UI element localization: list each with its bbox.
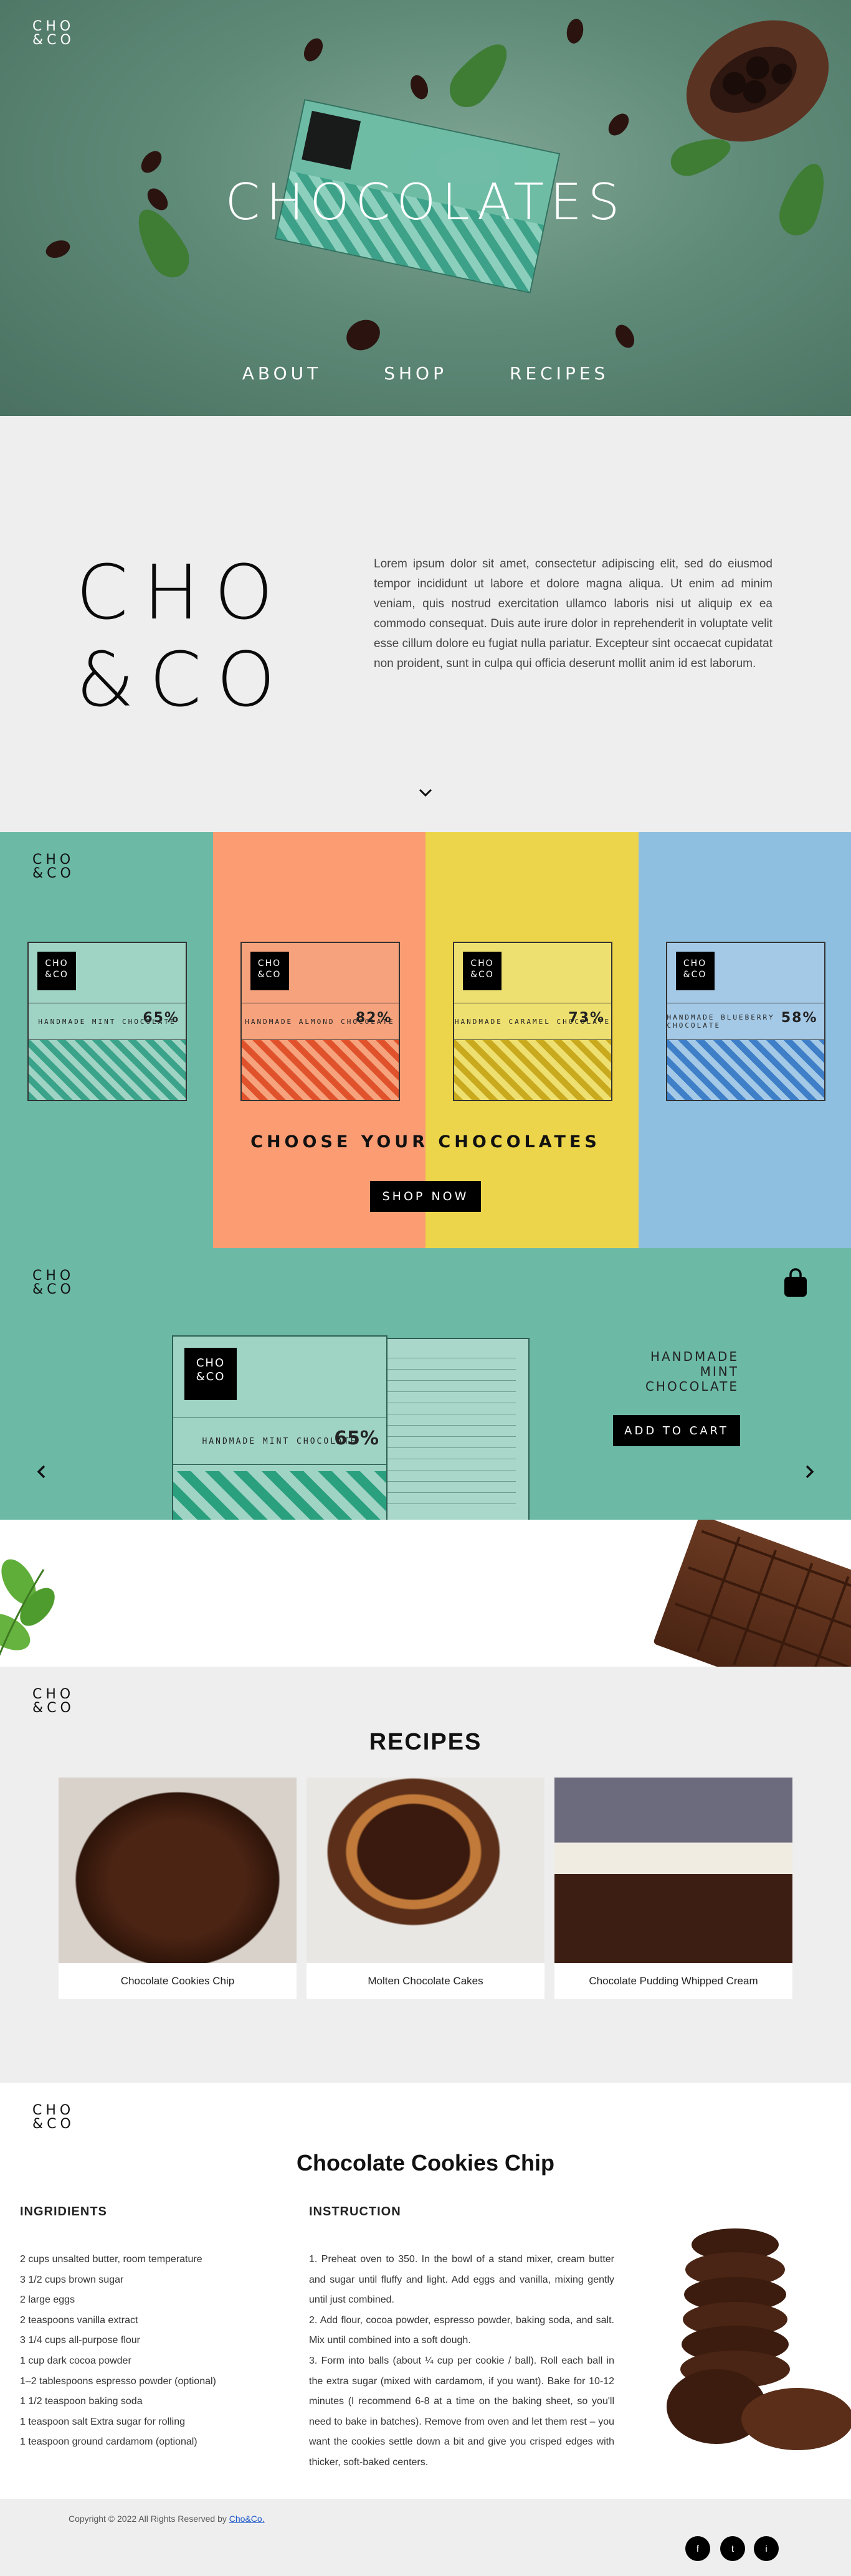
recipe-caption: Chocolate Pudding Whipped Cream — [554, 1963, 792, 1999]
chevron-down-icon[interactable] — [416, 784, 435, 802]
nav-recipes-link[interactable]: RECIPES — [510, 363, 609, 384]
choose-title: CHOOSE YOUR CHOCOLATES — [0, 1132, 851, 1152]
recipe-image — [554, 1778, 792, 1963]
recipe-card-cookies[interactable]: Chocolate Cookies Chip — [59, 1778, 297, 1999]
recipe-caption: Molten Chocolate Cakes — [307, 1963, 544, 1999]
chocolate-bar-image — [653, 1520, 851, 1667]
instruction-step: 2. Add flour, cocoa powder, espresso pow… — [309, 2311, 614, 2351]
list-item: 3 1/2 cups brown sugar — [20, 2270, 269, 2291]
about-section: CHO &CO Lorem ipsum dolor sit amet, cons… — [0, 416, 851, 832]
cocoa-bean — [612, 321, 639, 351]
about-text: Lorem ipsum dolor sit amet, consectetur … — [374, 554, 773, 674]
brand-logo[interactable]: CHO &CO — [32, 20, 75, 47]
recipe-caption: Chocolate Cookies Chip — [59, 1963, 297, 1999]
copyright-link[interactable]: Cho&Co. — [229, 2514, 265, 2524]
add-to-cart-button[interactable]: ADD TO CART — [613, 1415, 740, 1446]
shopping-bag-icon[interactable] — [782, 1268, 809, 1298]
list-item: 1 teaspoon salt Extra sugar for rolling — [20, 2412, 269, 2433]
cocoa-pod-image — [665, 0, 850, 166]
product-box: CHO&CO HANDMADE CARAMEL CHOCOLATE 73% — [453, 942, 612, 1101]
list-item: 1 cup dark cocoa powder — [20, 2351, 269, 2372]
product-panel-blueberry[interactable]: CHO&CO HANDMADE BLUEBERRY CHOCOLATE 58% — [639, 832, 851, 1248]
product-name: HANDMADE MINT CHOCOLATE — [614, 1349, 739, 1394]
leaf-image — [441, 34, 518, 115]
product-pattern — [173, 1471, 386, 1520]
list-item: 1 1/2 teaspoon baking soda — [20, 2392, 269, 2412]
chevron-left-icon[interactable] — [32, 1462, 51, 1481]
recipe-detail-section: CHO &CO Chocolate Cookies Chip INGRIDIEN… — [0, 2083, 851, 2499]
decor-strip — [0, 1520, 851, 1667]
list-item: 1 teaspoon ground cardamom (optional) — [20, 2432, 269, 2453]
recipe-title: Chocolate Cookies Chip — [0, 2150, 851, 2176]
copyright-text: Copyright © 2022 All Rights Reserved by … — [69, 2514, 265, 2524]
footer: Copyright © 2022 All Rights Reserved by … — [0, 2499, 851, 2576]
ingredients-heading: INGRIDIENTS — [20, 2205, 107, 2219]
instruction-heading: INSTRUCTION — [309, 2205, 401, 2219]
hero-section: CHO &CO CHOCOLATES ABOUT SHOP RECIPES — [0, 0, 851, 416]
recipes-section: CHO &CO RECIPES Chocolate Cookies Chip M… — [0, 1667, 851, 2083]
product-detail-section: CHO &CO CHO&CO HANDMADE MINT CHOCOLATE 6… — [0, 1248, 851, 1520]
instruction-step: 1. Preheat oven to 350. In the bowl of a… — [309, 2250, 614, 2311]
list-item: 2 cups unsalted butter, room temperature — [20, 2250, 269, 2270]
product-percent: 65% — [334, 1428, 379, 1449]
mint-leaf-image — [0, 1545, 62, 1667]
instructions-text: 1. Preheat oven to 350. In the bowl of a… — [309, 2250, 614, 2473]
recipe-card-pudding[interactable]: Chocolate Pudding Whipped Cream — [554, 1778, 792, 1999]
recipe-card-molten[interactable]: Molten Chocolate Cakes — [307, 1778, 544, 1999]
nav-about-link[interactable]: ABOUT — [242, 363, 322, 384]
product-box: CHO&CO HANDMADE ALMOND CHOCOLATE 82% — [240, 942, 400, 1101]
list-item: 2 large eggs — [20, 2290, 269, 2311]
cocoa-bean — [44, 237, 72, 261]
product-pattern — [454, 1040, 611, 1100]
product-pattern — [29, 1040, 186, 1100]
products-section: CHO &CO CHO&CO HANDMADE MINT CHOCOLATE 6… — [0, 832, 851, 1248]
hero-title: CHOCOLATES — [0, 173, 851, 231]
facebook-icon[interactable]: f — [685, 2536, 710, 2561]
twitter-icon[interactable]: t — [720, 2536, 745, 2561]
cocoa-bean — [300, 35, 327, 65]
brand-logo[interactable]: CHO &CO — [32, 1269, 75, 1297]
nav-shop-link[interactable]: SHOP — [384, 363, 447, 384]
list-item: 3 1/4 cups all-purpose flour — [20, 2331, 269, 2351]
cookie-stack-image — [648, 2220, 851, 2456]
big-brand-logo: CHO &CO — [76, 550, 290, 724]
main-nav: ABOUT SHOP RECIPES — [0, 363, 851, 384]
recipe-image — [307, 1778, 544, 1963]
product-percent: 82% — [356, 1010, 392, 1026]
instruction-step: 3. Form into balls (about ¼ cup per cook… — [309, 2351, 614, 2473]
brand-logo[interactable]: CHO &CO — [32, 1688, 75, 1715]
list-item: 2 teaspoons vanilla extract — [20, 2311, 269, 2331]
recipes-title: RECIPES — [0, 1729, 851, 1756]
cocoa-bean — [407, 73, 431, 102]
product-box: CHO&CO HANDMADE MINT CHOCOLATE 65% — [27, 942, 187, 1101]
ingredients-list: 2 cups unsalted butter, room temperature… — [20, 2250, 269, 2453]
product-percent: 73% — [568, 1010, 605, 1026]
shop-now-button[interactable]: SHOP NOW — [370, 1181, 481, 1212]
brand-logo[interactable]: CHO &CO — [32, 2104, 75, 2131]
cocoa-bean — [137, 147, 166, 176]
product-percent: 58% — [781, 1010, 818, 1026]
cocoa-bean — [604, 110, 633, 139]
recipe-image — [59, 1778, 297, 1963]
instagram-icon[interactable]: i — [754, 2536, 779, 2561]
product-box-front: CHO&CO HANDMADE MINT CHOCOLATE 65% — [172, 1335, 387, 1520]
list-item: 1–2 tablespoons espresso powder (optiona… — [20, 2372, 269, 2392]
cocoa-bean — [565, 17, 586, 45]
product-pattern — [667, 1040, 824, 1100]
product-box: CHO&CO HANDMADE BLUEBERRY CHOCOLATE 58% — [666, 942, 825, 1101]
product-percent: 65% — [143, 1010, 179, 1026]
chevron-right-icon[interactable] — [800, 1462, 819, 1481]
brand-logo[interactable]: CHO &CO — [32, 853, 75, 881]
product-panel-mint[interactable]: CHO&CO HANDMADE MINT CHOCOLATE 65% — [0, 832, 213, 1248]
product-pattern — [242, 1040, 399, 1100]
cocoa-bean — [341, 314, 385, 356]
